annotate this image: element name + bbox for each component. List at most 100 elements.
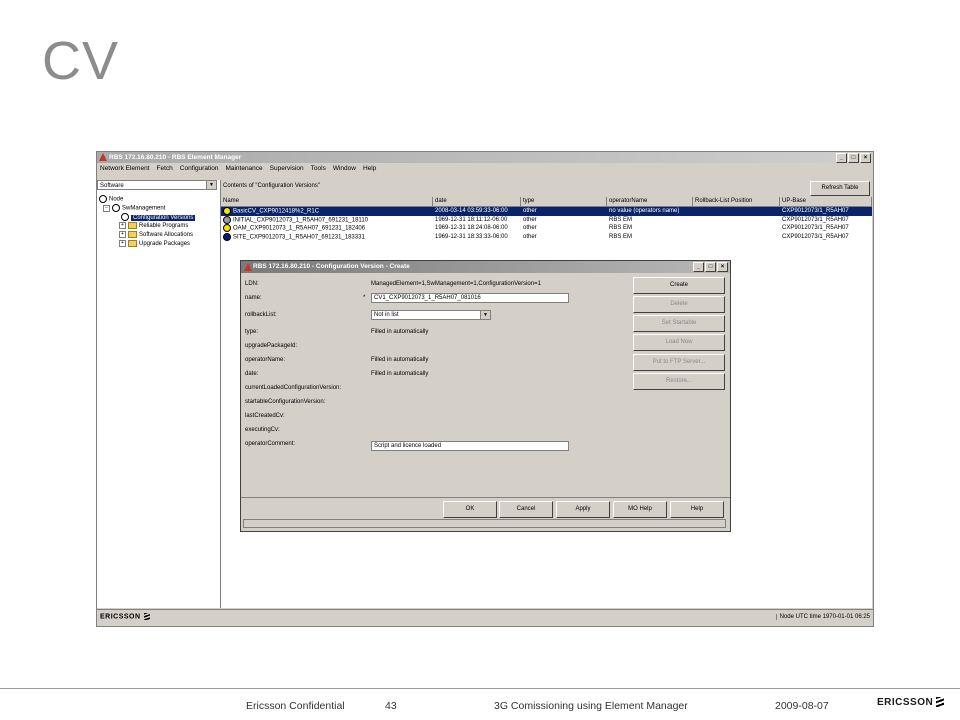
type-label: type: bbox=[245, 329, 259, 335]
minimize-icon[interactable]: _ bbox=[836, 153, 847, 163]
close-icon[interactable]: × bbox=[860, 153, 871, 163]
menu-maintenance[interactable]: Maintenance bbox=[225, 163, 262, 174]
brand-label: ERICSSON bbox=[100, 613, 150, 620]
cell-type: other bbox=[523, 225, 537, 231]
menu-supervision[interactable]: Supervision bbox=[270, 163, 304, 174]
column-header-date[interactable]: date bbox=[433, 197, 521, 206]
date-label: date: bbox=[245, 371, 259, 377]
app-logo-icon bbox=[99, 153, 107, 161]
column-header-name[interactable]: Name bbox=[221, 197, 433, 206]
dialog-status-field bbox=[243, 519, 726, 528]
cell-operatorname: RBS EM bbox=[609, 216, 633, 223]
menu-window[interactable]: Window bbox=[333, 163, 356, 174]
apply-button[interactable]: Apply bbox=[556, 501, 610, 518]
set-startable-button[interactable]: Set Startable bbox=[633, 315, 725, 332]
name-input[interactable]: CV1_CXP9012073_1_R5AH07_081016 bbox=[371, 293, 569, 303]
menu-help[interactable]: Help bbox=[363, 163, 376, 174]
footer-date: 2009-08-07 bbox=[775, 700, 829, 712]
statusbar: ERICSSON Node UTC time 1970-01-01 06:25 bbox=[97, 609, 873, 627]
ericsson-logo-icon bbox=[143, 613, 150, 620]
cv-status-icon bbox=[223, 232, 231, 241]
expand-icon[interactable]: + bbox=[119, 231, 126, 238]
contents-label: Contents of "Configuration Versions" bbox=[223, 183, 320, 189]
cv-status-icon bbox=[223, 207, 231, 215]
app-logo-icon bbox=[244, 263, 252, 271]
mo-help-button[interactable]: MO Help bbox=[613, 501, 667, 518]
rollbacklist-select[interactable]: Not in list ▼ bbox=[371, 310, 491, 320]
collapse-icon[interactable]: − bbox=[103, 204, 110, 212]
table-row[interactable]: SITE_CXP9012073_1_R5AH07_691231_183331 19… bbox=[221, 232, 872, 242]
close-icon[interactable]: × bbox=[717, 262, 728, 272]
field-row-rollbacklist: rollbackList: Not in list ▼ bbox=[245, 310, 625, 320]
help-button[interactable]: Help bbox=[670, 501, 724, 518]
cell-rollback-position bbox=[693, 224, 780, 233]
tree-view-selector-value: Software bbox=[100, 183, 124, 189]
table-row[interactable]: BasicCV_CXP9012418%2_R1C 2008-03-14 03:59… bbox=[221, 207, 872, 216]
tree-node-upgrade-packages[interactable]: + Upgrade Packages bbox=[119, 240, 190, 249]
tree-node-node[interactable]: Node bbox=[99, 195, 123, 204]
cell-type: other bbox=[523, 216, 537, 223]
column-header-rollback-position[interactable]: Rollback-List Position bbox=[693, 197, 780, 206]
cell-operatorname: RBS EM bbox=[609, 233, 633, 240]
footer-divider bbox=[0, 688, 960, 689]
field-row-ldn: LDN: ManagedElement=1,SwManagement=1,Con… bbox=[245, 279, 625, 289]
column-header-up-base[interactable]: UP-Base bbox=[780, 197, 872, 206]
minimize-icon[interactable]: _ bbox=[693, 262, 704, 272]
tree-view-selector[interactable]: Software ▼ bbox=[97, 180, 217, 190]
tree-node-reliable-programs[interactable]: + Reliable Programs bbox=[119, 222, 188, 231]
name-label: name: bbox=[245, 295, 262, 301]
column-header-operatorname[interactable]: operatorName bbox=[607, 197, 693, 206]
cell-rollback-position bbox=[693, 233, 780, 242]
ok-button[interactable]: OK bbox=[443, 501, 497, 518]
refresh-table-button[interactable]: Refresh Table bbox=[810, 181, 870, 196]
field-row-operatorcomment: operatorComment: Script and licence load… bbox=[245, 439, 625, 451]
cell-date: 1969-12-31 18:33:33-06:00 bbox=[435, 233, 508, 240]
field-row-lastcreated: lastCreatedCv: bbox=[245, 411, 625, 421]
rollbacklist-value: Not in list bbox=[374, 312, 399, 318]
table-body: BasicCV_CXP9012418%2_R1C 2008-03-14 03:59… bbox=[221, 207, 872, 241]
footer-logo: ERICSSON bbox=[877, 697, 945, 708]
cell-name: INITIAL_CXP9012073_1_R5AH07_691231_18110 bbox=[221, 215, 433, 225]
dialog-titlebar[interactable]: RBS 172.16.80.210 - Configuration Versio… bbox=[241, 261, 730, 273]
delete-button[interactable]: Delete bbox=[633, 296, 725, 313]
table-header: Name date type operatorName Rollback-Lis… bbox=[221, 197, 872, 207]
tree-node-software-allocations[interactable]: + Software Allocations bbox=[119, 231, 193, 240]
menu-tools[interactable]: Tools bbox=[311, 163, 326, 174]
tree-node-configuration-versions[interactable]: Configuration Versions bbox=[121, 213, 196, 222]
create-button[interactable]: Create bbox=[633, 277, 725, 294]
expand-icon[interactable]: + bbox=[119, 222, 126, 229]
create-cv-dialog: RBS 172.16.80.210 - Configuration Versio… bbox=[240, 260, 731, 532]
cell-up-base: CXP9012073/1_R5AH07 bbox=[782, 225, 849, 231]
table-row[interactable]: INITIAL_CXP9012073_1_R5AH07_691231_18110… bbox=[221, 215, 872, 225]
menu-fetch[interactable]: Fetch bbox=[157, 163, 173, 174]
field-row-name: name: * CV1_CXP9012073_1_R5AH07_081016 bbox=[245, 293, 625, 303]
cell-up-base: CXP9012073/1_R5AH07 bbox=[782, 208, 849, 214]
footer-document-title: 3G Comissioning using Element Manager bbox=[494, 700, 688, 712]
expand-icon[interactable]: + bbox=[119, 240, 126, 247]
field-row-upgradepackageid: upgradePackageId: bbox=[245, 341, 625, 351]
restore-button[interactable]: Restore... bbox=[633, 373, 725, 390]
column-header-type[interactable]: type bbox=[521, 197, 607, 206]
cv-status-icon bbox=[223, 224, 231, 232]
cell-type: other bbox=[523, 208, 537, 214]
cancel-button[interactable]: Cancel bbox=[499, 501, 553, 518]
cell-rollback-position bbox=[693, 207, 780, 216]
ldn-label: LDN: bbox=[245, 281, 259, 287]
window-titlebar[interactable]: RBS 172.16.80.210 - RBS Element Manager … bbox=[97, 152, 873, 163]
menu-configuration[interactable]: Configuration bbox=[180, 163, 219, 174]
upgradepackageid-label: upgradePackageId: bbox=[245, 343, 298, 349]
cell-date: 1969-12-31 18:24:08-06:00 bbox=[435, 225, 508, 231]
maximize-icon[interactable]: □ bbox=[705, 262, 716, 272]
folder-icon bbox=[128, 231, 137, 238]
table-row[interactable]: OAM_CXP9012073_1_R5AH07_691231_182406 196… bbox=[221, 224, 872, 233]
tree-node-swmanagement[interactable]: − SwManagement bbox=[103, 204, 165, 213]
footer-page-number: 43 bbox=[385, 700, 397, 712]
chevron-down-icon[interactable]: ▼ bbox=[480, 311, 490, 319]
field-row-operatorname: operatorName: Filled in automatically bbox=[245, 355, 625, 365]
put-to-ftp-button[interactable]: Put to FTP Server... bbox=[633, 354, 725, 371]
load-now-button[interactable]: Load Now bbox=[633, 334, 725, 351]
chevron-down-icon[interactable]: ▼ bbox=[206, 181, 216, 189]
menu-network-element[interactable]: Network Element bbox=[100, 163, 150, 174]
maximize-icon[interactable]: □ bbox=[848, 153, 859, 163]
operatorcomment-input[interactable]: Script and licence loaded bbox=[371, 441, 569, 451]
